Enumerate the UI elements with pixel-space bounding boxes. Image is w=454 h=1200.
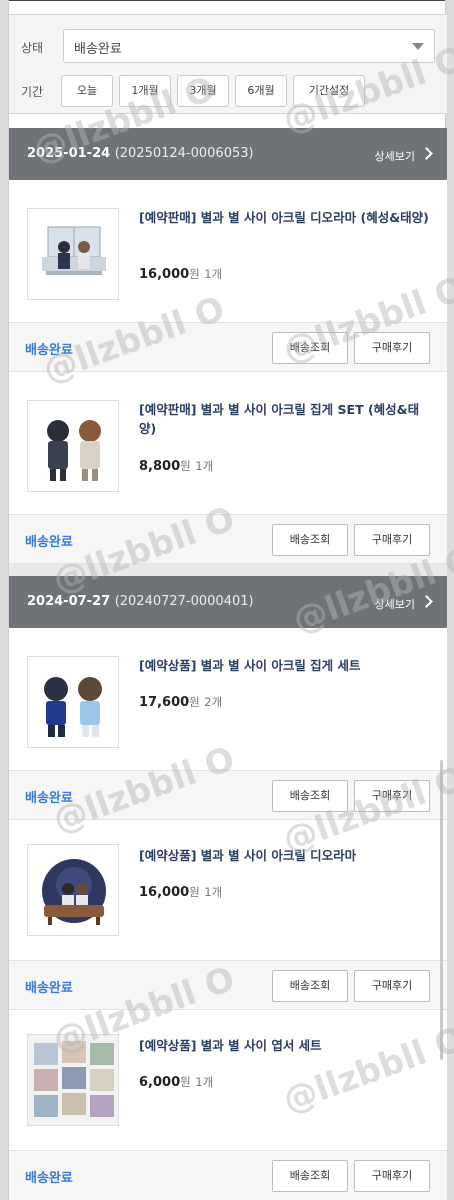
filter-panel: 상태 배송완료 기간 오늘 1개월 3개월 6개월 기간설정: [9, 14, 447, 114]
product-thumbnail[interactable]: [27, 1034, 119, 1126]
order-item-footer: 배송완료 배송조회 구매후기: [9, 1150, 447, 1200]
order-detail-link[interactable]: 상세보기: [375, 148, 415, 164]
status-select[interactable]: 배송완료: [63, 29, 435, 63]
caret-down-icon: [412, 43, 424, 50]
status-select-value: 배송완료: [74, 42, 122, 57]
track-delivery-button[interactable]: 배송조회: [272, 332, 348, 364]
period-6month-button[interactable]: 6개월: [235, 75, 287, 107]
order-item: [예약상품] 별과 별 사이 엽서 세트 6,000원 1개: [9, 1010, 447, 1150]
chevron-right-icon[interactable]: [420, 595, 433, 608]
track-delivery-button[interactable]: 배송조회: [272, 524, 348, 556]
order-date: 2025-01-24 (20250124-0006053): [27, 146, 254, 161]
product-thumbnail[interactable]: [27, 208, 119, 300]
order-item-footer: 배송완료 배송조회 구매후기: [9, 770, 447, 820]
order-list-page: 상태 배송완료 기간 오늘 1개월 3개월 6개월 기간설정 2025-01-2…: [8, 0, 454, 1200]
top-divider: [9, 0, 445, 1]
track-delivery-button[interactable]: 배송조회: [272, 970, 348, 1002]
product-thumbnail[interactable]: [27, 400, 119, 492]
period-custom-button[interactable]: 기간설정: [293, 75, 365, 107]
scrollbar[interactable]: [440, 760, 443, 1060]
order-header: 2024-07-27 (20240727-0000401) 상세보기: [9, 576, 447, 628]
delivery-status: 배송완료: [25, 1171, 73, 1186]
write-review-button[interactable]: 구매후기: [354, 970, 430, 1002]
product-name[interactable]: [예약판매] 별과 별 사이 아크릴 디오라마 (혜성&태양): [139, 208, 429, 227]
product-name[interactable]: [예약상품] 별과 별 사이 엽서 세트: [139, 1036, 429, 1055]
order-item: [예약판매] 별과 별 사이 아크릴 집게 SET (혜성&태양) 8,800원…: [9, 372, 447, 514]
product-price: 16,000원 1개: [139, 885, 223, 900]
product-thumbnail[interactable]: [27, 844, 119, 936]
track-delivery-button[interactable]: 배송조회: [272, 1160, 348, 1192]
product-price: 8,800원 1개: [139, 459, 214, 474]
period-filter-label: 기간: [21, 85, 44, 99]
product-price: 16,000원 1개: [139, 267, 223, 282]
write-review-button[interactable]: 구매후기: [354, 780, 430, 812]
status-filter-label: 상태: [21, 41, 44, 55]
order-item-footer: 배송완료 배송조회 구매후기: [9, 322, 447, 372]
product-price: 17,600원 2개: [139, 695, 223, 710]
period-3month-button[interactable]: 3개월: [177, 75, 229, 107]
write-review-button[interactable]: 구매후기: [354, 1160, 430, 1192]
order-date: 2024-07-27 (20240727-0000401): [27, 594, 254, 609]
order-item: [예약상품] 별과 별 사이 아크릴 디오라마 16,000원 1개: [9, 820, 447, 962]
delivery-status: 배송완료: [25, 791, 73, 806]
product-name[interactable]: [예약판매] 별과 별 사이 아크릴 집게 SET (혜성&태양): [139, 400, 429, 438]
order-item-footer: 배송완료 배송조회 구매후기: [9, 514, 447, 564]
product-thumbnail[interactable]: [27, 656, 119, 748]
write-review-button[interactable]: 구매후기: [354, 332, 430, 364]
order-item: [예약판매] 별과 별 사이 아크릴 디오라마 (혜성&태양) 16,000원 …: [9, 180, 447, 322]
product-name[interactable]: [예약상품] 별과 별 사이 아크릴 집게 세트: [139, 656, 429, 675]
write-review-button[interactable]: 구매후기: [354, 524, 430, 556]
order-item: [예약상품] 별과 별 사이 아크릴 집게 세트 17,600원 2개: [9, 628, 447, 770]
order-item-footer: 배송완료 배송조회 구매후기: [9, 960, 447, 1010]
delivery-status: 배송완료: [25, 343, 73, 358]
delivery-status: 배송완료: [25, 535, 73, 550]
product-price: 6,000원 1개: [139, 1075, 214, 1090]
chevron-right-icon[interactable]: [420, 147, 433, 160]
delivery-status: 배송완료: [25, 981, 73, 996]
period-1month-button[interactable]: 1개월: [119, 75, 171, 107]
product-name[interactable]: [예약상품] 별과 별 사이 아크릴 디오라마: [139, 846, 429, 865]
track-delivery-button[interactable]: 배송조회: [272, 780, 348, 812]
period-today-button[interactable]: 오늘: [61, 75, 113, 107]
order-header: 2025-01-24 (20250124-0006053) 상세보기: [9, 128, 447, 180]
order-detail-link[interactable]: 상세보기: [375, 596, 415, 612]
